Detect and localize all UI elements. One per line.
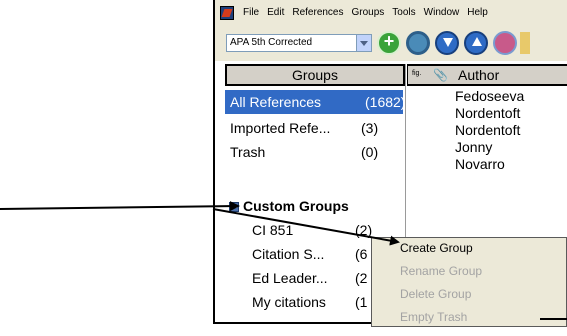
arrow-to-create-group <box>212 208 400 246</box>
arrow-to-custom-groups <box>0 201 240 212</box>
annotation-arrows <box>0 201 567 320</box>
